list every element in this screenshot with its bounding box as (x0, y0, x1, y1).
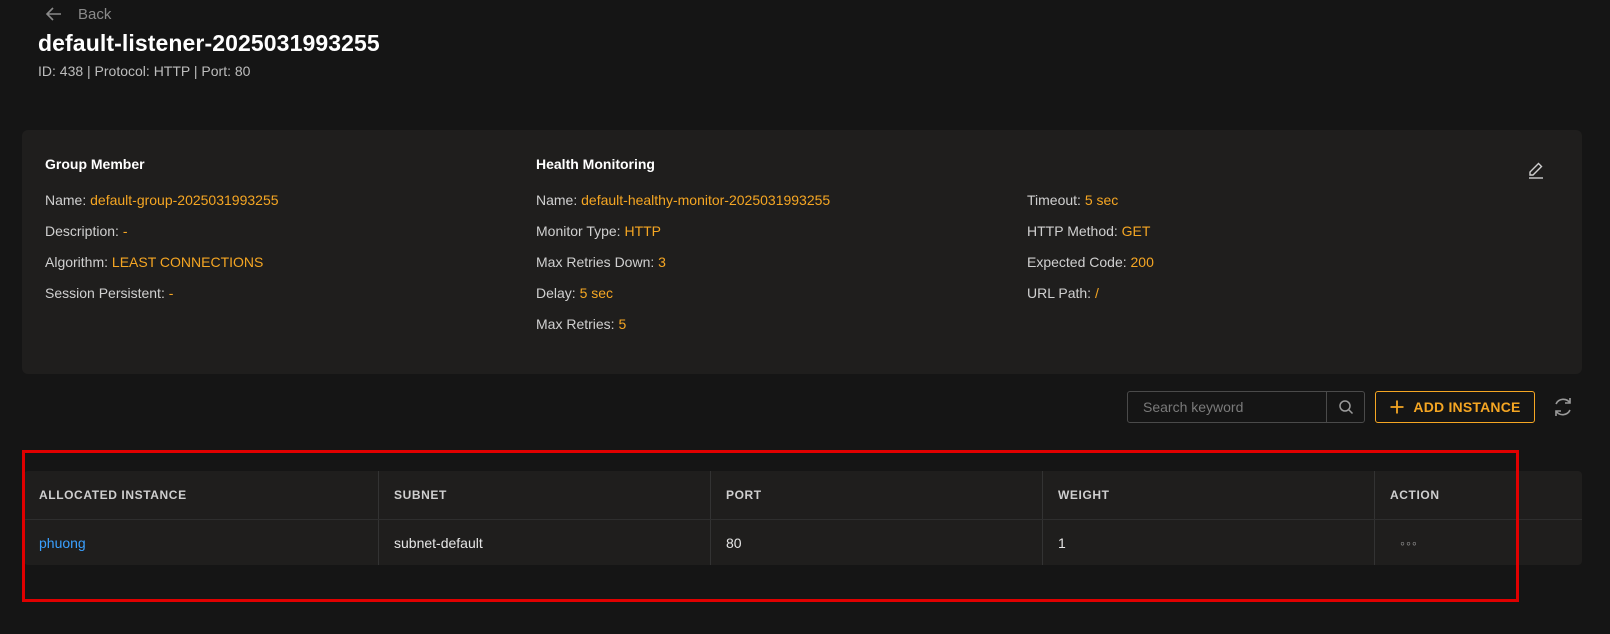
row-value: 5 (618, 316, 627, 332)
action-cell: ◦◦◦ (1375, 520, 1582, 565)
max-retries-down-row: Max Retries Down: 3 (536, 254, 666, 270)
row-value: - (122, 223, 128, 239)
row-label: HTTP Method: (1027, 223, 1118, 239)
page-title: default-listener-2025031993255 (38, 30, 380, 56)
row-label: Name: (45, 192, 87, 208)
row-label: Delay: (536, 285, 576, 301)
row-value: / (1094, 285, 1099, 301)
monitor-type-row: Monitor Type: HTTP (536, 223, 661, 239)
row-label: Monitor Type: (536, 223, 621, 239)
column-header-weight: WEIGHT (1043, 471, 1375, 519)
search-icon (1338, 400, 1353, 415)
group-member-heading: Group Member (45, 156, 145, 172)
table-row: phuong subnet-default 80 1 ◦◦◦ (24, 520, 1582, 565)
row-value: 5 sec (579, 285, 614, 301)
row-label: Session Persistent: (45, 285, 165, 301)
edit-icon (1529, 162, 1543, 179)
arrow-left-icon (45, 7, 61, 21)
delay-row: Delay: 5 sec (536, 285, 613, 301)
row-label: Timeout: (1027, 192, 1081, 208)
health-monitoring-heading: Health Monitoring (536, 156, 655, 172)
row-label: Name: (536, 192, 578, 208)
group-algorithm-row: Algorithm: LEAST CONNECTIONS (45, 254, 263, 270)
max-retries-row: Max Retries: 5 (536, 316, 626, 332)
row-value: GET (1121, 223, 1151, 239)
search-box (1127, 391, 1365, 423)
page-subtitle: ID: 438 | Protocol: HTTP | Port: 80 (38, 63, 251, 79)
refresh-button[interactable] (1551, 395, 1575, 419)
more-icon[interactable]: ◦◦◦ (1390, 535, 1418, 551)
row-label: Max Retries: (536, 316, 615, 332)
row-value: - (168, 285, 174, 301)
search-input[interactable] (1128, 392, 1326, 422)
expected-code-row: Expected Code: 200 (1027, 254, 1154, 270)
row-value: default-group-2025031993255 (90, 192, 279, 208)
add-instance-button[interactable]: ADD INSTANCE (1375, 391, 1535, 423)
column-header-port: PORT (711, 471, 1043, 519)
edit-button[interactable] (1526, 160, 1546, 180)
weight-cell: 1 (1043, 520, 1375, 565)
row-value: HTTP (624, 223, 662, 239)
group-session-row: Session Persistent: - (45, 285, 173, 301)
plus-icon (1390, 400, 1404, 414)
back-link[interactable]: Back (44, 4, 111, 24)
column-header-instance: ALLOCATED INSTANCE (24, 471, 379, 519)
column-header-subnet: SUBNET (379, 471, 711, 519)
row-value: 5 sec (1084, 192, 1119, 208)
row-label: URL Path: (1027, 285, 1092, 301)
timeout-row: Timeout: 5 sec (1027, 192, 1118, 208)
subnet-cell: subnet-default (379, 520, 711, 565)
row-value: default-healthy-monitor-2025031993255 (581, 192, 831, 208)
row-label: Algorithm: (45, 254, 109, 270)
instance-cell: phuong (24, 520, 379, 565)
url-path-row: URL Path: / (1027, 285, 1099, 301)
row-label: Description: (45, 223, 119, 239)
row-label: Expected Code: (1027, 254, 1127, 270)
monitor-name-row: Name: default-healthy-monitor-2025031993… (536, 192, 830, 208)
row-label: Max Retries Down: (536, 254, 655, 270)
row-value: 3 (658, 254, 666, 270)
instances-table: ALLOCATED INSTANCE SUBNET PORT WEIGHT AC… (24, 471, 1582, 565)
table-header: ALLOCATED INSTANCE SUBNET PORT WEIGHT AC… (24, 471, 1582, 520)
port-cell: 80 (711, 520, 1043, 565)
row-value: LEAST CONNECTIONS (111, 254, 264, 270)
add-instance-label: ADD INSTANCE (1413, 399, 1521, 415)
group-description-row: Description: - (45, 223, 127, 239)
search-button[interactable] (1326, 392, 1364, 422)
info-panel: Group Member Name: default-group-2025031… (22, 130, 1582, 374)
refresh-icon (1555, 398, 1571, 416)
http-method-row: HTTP Method: GET (1027, 223, 1150, 239)
instance-link[interactable]: phuong (39, 535, 86, 551)
column-header-action: ACTION (1390, 488, 1440, 502)
row-value: 200 (1130, 254, 1154, 270)
back-label: Back (78, 5, 112, 23)
group-name-row: Name: default-group-2025031993255 (45, 192, 279, 208)
